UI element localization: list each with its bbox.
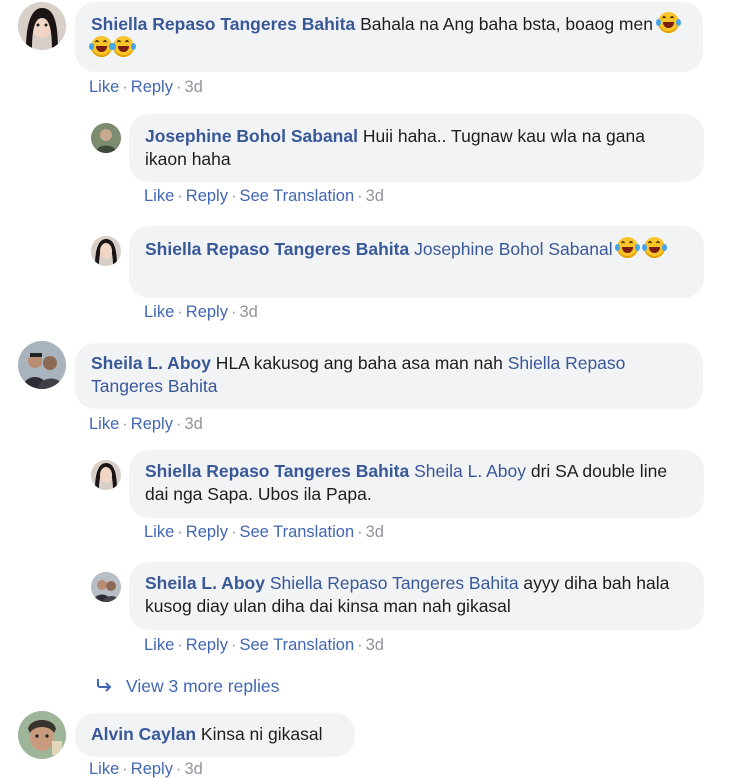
comment-bubble: Shiella Repaso Tangeres Bahita Josephine…: [129, 226, 704, 298]
reply-link[interactable]: Reply: [186, 523, 228, 541]
comment-timestamp[interactable]: 3d: [366, 523, 384, 541]
comment-bubble: Sheila L. Aboy Shiella Repaso Tangeres B…: [129, 562, 704, 630]
comment-text: Bahala na Ang baha bsta, boaog men: [355, 14, 653, 34]
comment-text: Kinsa ni gikasal: [196, 724, 323, 744]
like-link[interactable]: Like: [144, 636, 174, 654]
comment-actions: Like · Reply · See Translation · 3d: [144, 187, 384, 205]
comment-timestamp[interactable]: 3d: [184, 760, 202, 778]
comment-text: HLA kakusog ang baha asa man nah: [210, 353, 508, 373]
avatar[interactable]: [18, 711, 66, 759]
comment-actions: Like · Reply · 3d: [89, 760, 203, 778]
comment-actions: Like · Reply · 3d: [144, 303, 258, 321]
avatar[interactable]: [18, 341, 66, 389]
laughing-emoji-icon: [642, 237, 668, 258]
comment-author-link[interactable]: Shiella Repaso Tangeres Bahita: [91, 14, 355, 34]
reply-link[interactable]: Reply: [186, 303, 228, 321]
like-link[interactable]: Like: [144, 303, 174, 321]
like-link[interactable]: Like: [89, 78, 119, 96]
see-translation-link[interactable]: See Translation: [239, 636, 354, 654]
laughing-emoji-icon: [655, 12, 681, 33]
laughing-emoji-icon: [111, 36, 136, 57]
reply-link[interactable]: Reply: [131, 760, 173, 778]
comment-timestamp[interactable]: 3d: [366, 636, 384, 654]
comment-timestamp[interactable]: 3d: [366, 187, 384, 205]
comment-author-link[interactable]: Sheila L. Aboy: [91, 353, 211, 373]
reply-link[interactable]: Reply: [186, 187, 228, 205]
comment-timestamp[interactable]: 3d: [184, 78, 202, 96]
like-link[interactable]: Like: [144, 523, 174, 541]
comment-actions: Like · Reply · See Translation · 3d: [144, 636, 384, 654]
like-link[interactable]: Like: [89, 760, 119, 778]
comment-author-link[interactable]: Shiella Repaso Tangeres Bahita: [145, 239, 409, 259]
laughing-emoji-icon: [615, 237, 641, 258]
view-more-replies-label: View 3 more replies: [126, 676, 280, 696]
like-link[interactable]: Like: [89, 415, 119, 433]
comment-bubble: Alvin Caylan Kinsa ni gikasal: [75, 713, 355, 757]
comment-author-link[interactable]: Josephine Bohol Sabanal: [145, 126, 358, 146]
view-more-replies-link[interactable]: View 3 more replies: [96, 676, 279, 697]
comment-author-link[interactable]: Sheila L. Aboy: [145, 573, 265, 593]
comment-timestamp[interactable]: 3d: [184, 415, 202, 433]
avatar[interactable]: [18, 2, 66, 50]
reply-link[interactable]: Reply: [131, 415, 173, 433]
reply-link[interactable]: Reply: [131, 78, 173, 96]
mention-link[interactable]: Shiella Repaso Tangeres Bahita: [270, 573, 519, 593]
see-translation-link[interactable]: See Translation: [239, 523, 354, 541]
like-link[interactable]: Like: [144, 187, 174, 205]
avatar[interactable]: [91, 123, 121, 153]
reply-arrow-icon: [96, 676, 126, 697]
comment-actions: Like · Reply · See Translation · 3d: [144, 523, 384, 541]
avatar[interactable]: [91, 460, 121, 490]
comment-author-link[interactable]: Alvin Caylan: [91, 724, 196, 744]
comment-bubble: Shiella Repaso Tangeres Bahita Bahala na…: [75, 2, 703, 72]
mention-link[interactable]: Josephine Bohol Sabanal: [414, 239, 613, 259]
laughing-emoji-icon: [89, 36, 114, 57]
avatar[interactable]: [91, 236, 121, 266]
reply-link[interactable]: Reply: [186, 636, 228, 654]
comment-bubble: Shiella Repaso Tangeres Bahita Sheila L.…: [129, 450, 704, 518]
avatar[interactable]: [91, 572, 121, 602]
comment-author-link[interactable]: Shiella Repaso Tangeres Bahita: [145, 461, 409, 481]
comment-actions: Like · Reply · 3d: [89, 78, 203, 96]
comment-bubble: Josephine Bohol Sabanal Huii haha.. Tugn…: [129, 114, 704, 182]
mention-link[interactable]: Sheila L. Aboy: [414, 461, 526, 481]
comment-actions: Like · Reply · 3d: [89, 415, 203, 433]
see-translation-link[interactable]: See Translation: [239, 187, 354, 205]
comment-bubble: Sheila L. Aboy HLA kakusog ang baha asa …: [75, 343, 703, 409]
comment-timestamp[interactable]: 3d: [239, 303, 257, 321]
